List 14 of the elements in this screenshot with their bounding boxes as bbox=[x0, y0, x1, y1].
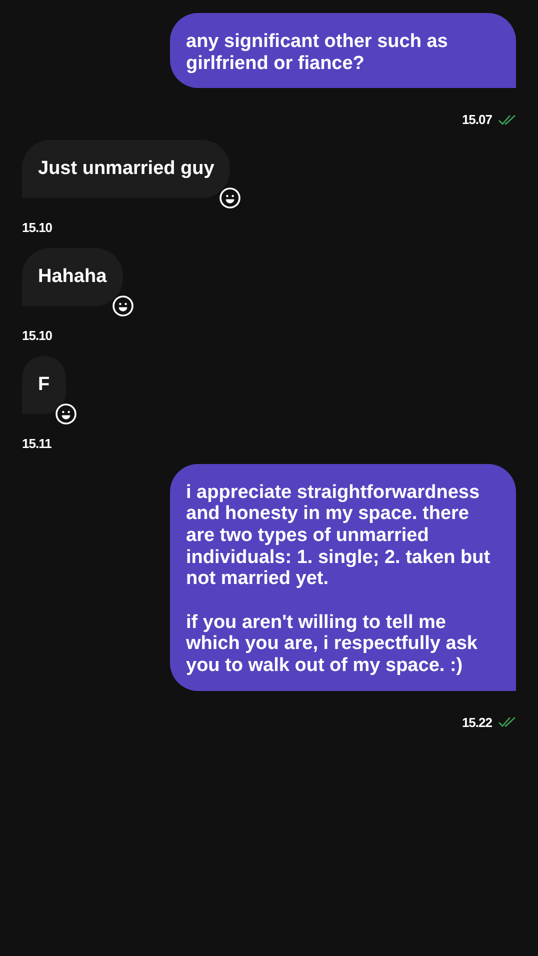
message-time: 15.10 bbox=[22, 328, 52, 343]
smiley-icon[interactable] bbox=[112, 294, 134, 317]
message-time: 15.22 bbox=[462, 714, 492, 730]
message-time: 15.11 bbox=[22, 436, 52, 451]
message-text: any significant other such as girlfriend or fiance? bbox=[186, 31, 449, 74]
message-text: F bbox=[38, 374, 50, 396]
message-text: if you aren't willing to tell me which you are, i respectfully ask you to walk out of my space. :) bbox=[186, 612, 478, 677]
message-text: Hahaha bbox=[38, 266, 107, 288]
smiley-icon[interactable] bbox=[54, 402, 77, 425]
message-text: i appreciate straightforwardness and honesty in my space. there are two types of unmarried individuals: 1. single; 2. taken but not married yet. bbox=[186, 482, 492, 590]
smiley-icon[interactable] bbox=[219, 187, 242, 210]
message-time: 15.10 bbox=[22, 220, 52, 236]
message-text: Just unmarried guy bbox=[38, 158, 214, 180]
message-time: 15.07 bbox=[462, 112, 492, 128]
